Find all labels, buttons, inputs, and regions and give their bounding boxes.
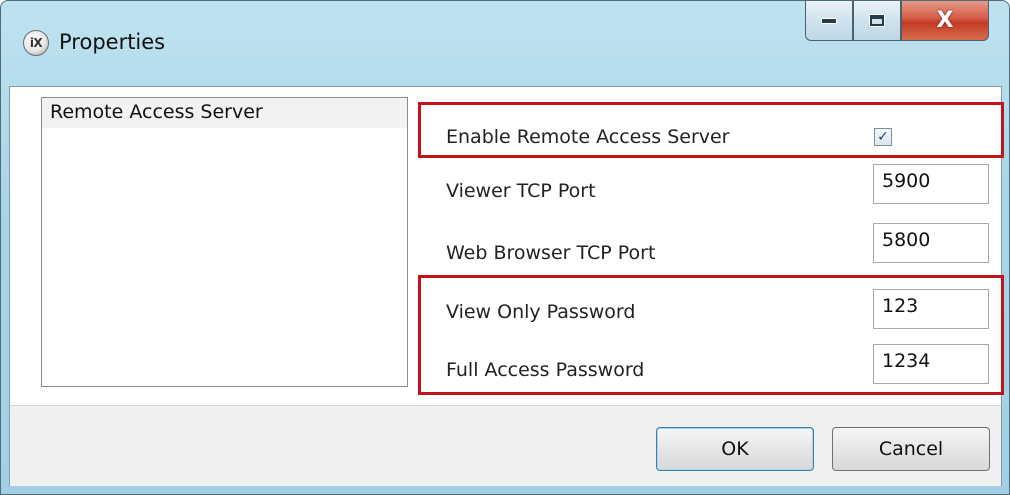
highlight-box-enable (418, 102, 1004, 158)
dialog-content: Remote Access Server Enable Remote Acces… (9, 86, 1004, 486)
highlight-box-passwords (418, 275, 1004, 395)
minimize-icon (821, 17, 837, 24)
maximize-icon (869, 14, 885, 27)
cancel-button[interactable]: Cancel (832, 427, 990, 471)
web-browser-tcp-port-input[interactable]: 5800 (873, 223, 989, 263)
maximize-button[interactable] (853, 1, 901, 41)
dialog-footer: OK Cancel (10, 405, 1001, 486)
viewer-tcp-port-input[interactable]: 5900 (873, 164, 989, 204)
ok-button[interactable]: OK (656, 427, 814, 471)
window-controls: X (805, 1, 989, 45)
category-list[interactable]: Remote Access Server (41, 97, 408, 387)
properties-window: iX Properties X Remote Access Server Ena… (0, 0, 1010, 495)
ix-app-icon: iX (23, 30, 49, 56)
category-item-remote-access-server[interactable]: Remote Access Server (42, 98, 407, 128)
web-browser-tcp-port-label: Web Browser TCP Port (446, 242, 656, 264)
minimize-button[interactable] (805, 1, 853, 41)
close-icon: X (936, 8, 954, 33)
title-bar[interactable]: iX Properties X (1, 1, 1010, 86)
viewer-tcp-port-label: Viewer TCP Port (446, 180, 596, 202)
window-title: Properties (59, 30, 166, 54)
close-button[interactable]: X (901, 1, 989, 41)
